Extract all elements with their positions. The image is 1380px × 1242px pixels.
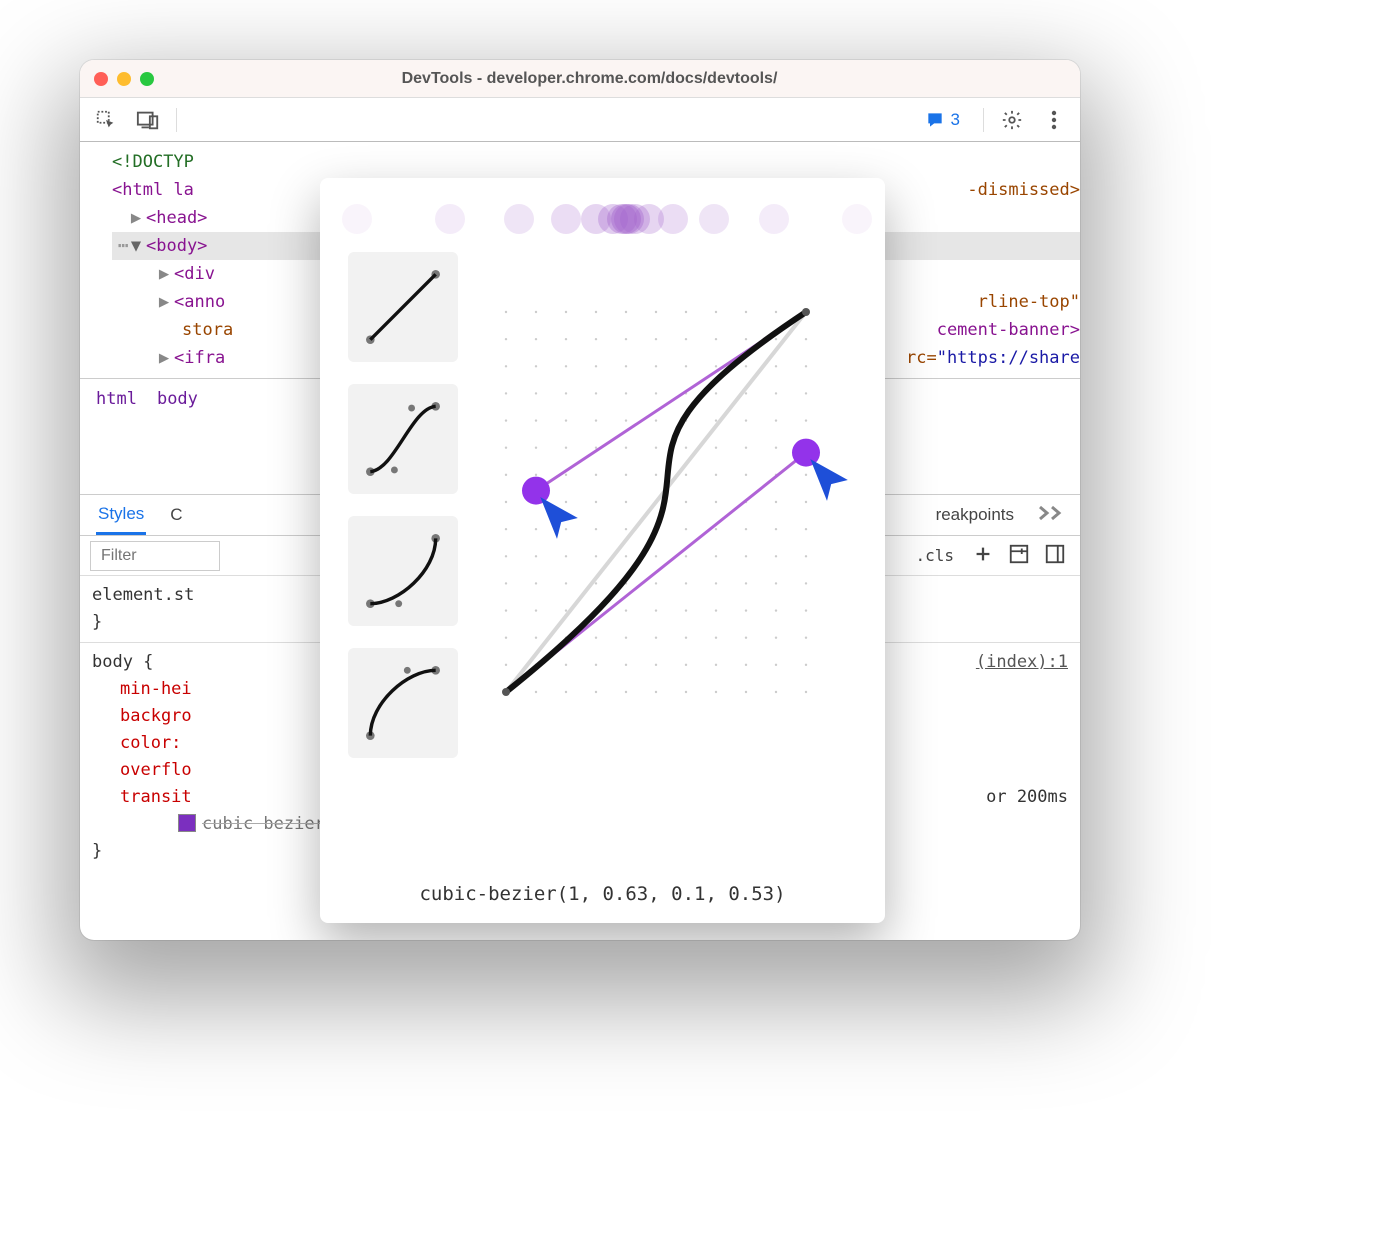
easing-swatch-icon[interactable]	[178, 814, 196, 832]
attr-fragment: -dismissed>	[967, 176, 1080, 204]
bezier-graph[interactable]	[476, 252, 857, 871]
styles-filter-input[interactable]	[90, 541, 220, 571]
window-title: DevTools - developer.chrome.com/docs/dev…	[113, 70, 1066, 88]
easing-presets	[348, 252, 458, 871]
devtools-window: DevTools - developer.chrome.com/docs/dev…	[80, 60, 1080, 940]
tab-computed[interactable]: C	[168, 497, 184, 533]
html-tag[interactable]: <html la	[112, 180, 194, 200]
iframe-tag[interactable]: <ifra	[174, 348, 225, 368]
attr-fragment: stora	[182, 320, 233, 340]
toolbar-divider	[176, 108, 177, 132]
titlebar: DevTools - developer.chrome.com/docs/dev…	[80, 60, 1080, 98]
breadcrumb-item[interactable]: html	[96, 385, 137, 413]
css-prop[interactable]: overflo	[120, 760, 192, 780]
bezier-value-label: cubic-bezier(1, 0.63, 0.1, 0.53)	[348, 883, 857, 905]
css-prop[interactable]: color:	[120, 733, 181, 753]
breadcrumb-item[interactable]: body	[157, 385, 198, 413]
devtools-toolbar: 3	[80, 98, 1080, 142]
tab-styles[interactable]: Styles	[96, 496, 146, 535]
close-window-button[interactable]	[94, 72, 108, 86]
head-tag[interactable]: <head>	[146, 208, 207, 228]
inspect-element-icon[interactable]	[92, 106, 120, 134]
computed-side-icon[interactable]	[1008, 543, 1030, 569]
toggle-sidebar-icon[interactable]	[1044, 543, 1066, 569]
css-prop[interactable]: transit	[120, 787, 192, 807]
element-style-rule[interactable]: element.st	[92, 585, 194, 605]
more-menu-icon[interactable]	[1040, 106, 1068, 134]
device-toolbar-icon[interactable]	[134, 106, 162, 134]
chat-icon	[925, 110, 945, 130]
anno-tag[interactable]: <anno	[174, 292, 225, 312]
tab-breakpoints[interactable]: reakpoints	[934, 497, 1016, 533]
rule-selector[interactable]: body {	[92, 652, 153, 672]
rule-source-link[interactable]: (index):1	[976, 649, 1068, 676]
easing-preview-rail	[348, 198, 857, 242]
cursor-indicator-icon	[532, 493, 582, 543]
issues-count: 3	[951, 110, 960, 130]
preset-ease-in[interactable]	[348, 516, 458, 626]
more-tabs-icon[interactable]	[1038, 504, 1064, 527]
bezier-editor-popup[interactable]: cubic-bezier(1, 0.63, 0.1, 0.53)	[320, 178, 885, 923]
css-prop[interactable]: min-hei	[120, 679, 192, 699]
issues-button[interactable]: 3	[916, 106, 969, 134]
preset-ease-out[interactable]	[348, 648, 458, 758]
toggle-cls[interactable]: .cls	[911, 545, 958, 566]
preset-linear[interactable]	[348, 252, 458, 362]
add-rule-icon[interactable]	[972, 543, 994, 569]
doctype-node[interactable]: <!DOCTYP	[112, 148, 1080, 176]
gutter-ellipsis-icon[interactable]: ⋯	[118, 232, 130, 260]
settings-icon[interactable]	[998, 106, 1026, 134]
css-prop[interactable]: backgro	[120, 706, 192, 726]
div-tag[interactable]: <div	[174, 264, 215, 284]
cursor-indicator-icon	[802, 455, 852, 505]
preset-ease-in-out[interactable]	[348, 384, 458, 494]
toolbar-divider	[983, 108, 984, 132]
